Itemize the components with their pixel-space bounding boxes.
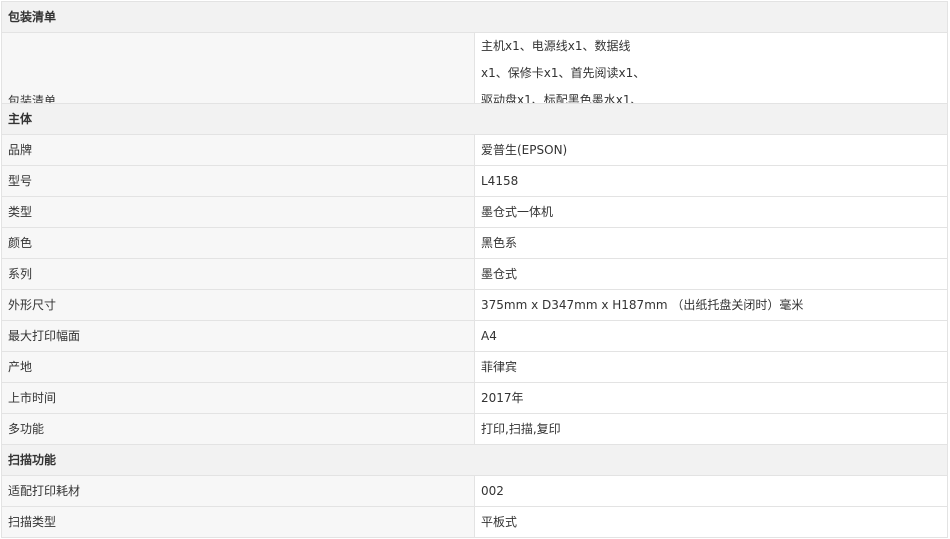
row-value: 菲律宾 <box>474 351 948 383</box>
row-value: 平板式 <box>474 506 948 538</box>
table-row: 型号 L4158 <box>1 165 948 197</box>
section-title: 扫描功能 <box>1 444 948 476</box>
table-row: 类型 墨仓式一体机 <box>1 196 948 228</box>
main-spec-table: 主体 品牌 爱普生(EPSON) 型号 L4158 类型 墨仓式一体机 颜色 黑… <box>1 103 948 538</box>
row-value: 墨仓式一体机 <box>474 196 948 228</box>
table-row: 产地 菲律宾 <box>1 351 948 383</box>
row-label: 上市时间 <box>1 382 475 414</box>
row-label: 产地 <box>1 351 475 383</box>
row-value: 黑色系 <box>474 227 948 259</box>
row-value: 爱普生(EPSON) <box>474 134 948 166</box>
row-label: 最大打印幅面 <box>1 320 475 352</box>
row-label: 品牌 <box>1 134 475 166</box>
section-header-main: 主体 <box>1 103 948 135</box>
section-header-scan: 扫描功能 <box>1 444 948 476</box>
table-row: 适配打印耗材 002 <box>1 475 948 507</box>
table-row: 多功能 打印,扫描,复印 <box>1 413 948 445</box>
row-label: 适配打印耗材 <box>1 475 475 507</box>
section-title: 包装清单 <box>1 1 948 33</box>
row-label: 系列 <box>1 258 475 290</box>
row-label: 扫描类型 <box>1 506 475 538</box>
row-label: 颜色 <box>1 227 475 259</box>
row-label: 型号 <box>1 165 475 197</box>
row-value: 002 <box>474 475 948 507</box>
table-row: 品牌 爱普生(EPSON) <box>1 134 948 166</box>
spec-page: 包装清单 包装清单 主机x1、电源线x1、数据线x1、保修卡x1、首先阅读x1、… <box>0 0 950 539</box>
table-row: 系列 墨仓式 <box>1 258 948 290</box>
row-value: 2017年 <box>474 382 948 414</box>
row-value: L4158 <box>474 165 948 197</box>
row-label: 外形尺寸 <box>1 289 475 321</box>
row-label: 多功能 <box>1 413 475 445</box>
row-value: 墨仓式 <box>474 258 948 290</box>
row-label: 类型 <box>1 196 475 228</box>
table-row: 最大打印幅面 A4 <box>1 320 948 352</box>
row-value: 375mm x D347mm x H187mm （出纸托盘关闭时）毫米 <box>474 289 948 321</box>
table-row: 外形尺寸 375mm x D347mm x H187mm （出纸托盘关闭时）毫米 <box>1 289 948 321</box>
table-row: 颜色 黑色系 <box>1 227 948 259</box>
row-value: 打印,扫描,复印 <box>474 413 948 445</box>
row-value: A4 <box>474 320 948 352</box>
table-row: 上市时间 2017年 <box>1 382 948 414</box>
section-header-package: 包装清单 <box>1 1 948 33</box>
section-title: 主体 <box>1 103 948 135</box>
table-row: 扫描类型 平板式 <box>1 506 948 538</box>
